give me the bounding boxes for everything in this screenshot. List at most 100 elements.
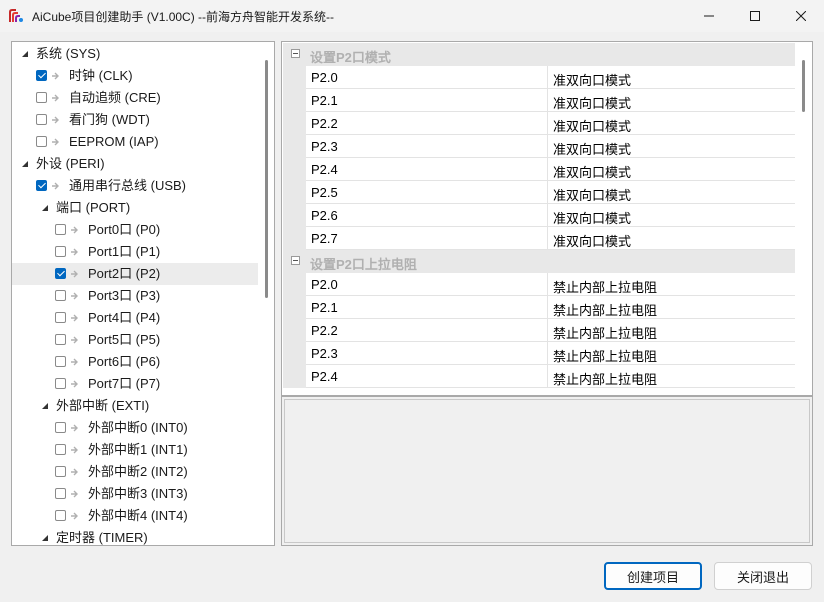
checkbox[interactable] <box>55 356 66 367</box>
tree-item-label: 系统 (SYS) <box>36 46 101 61</box>
property-value[interactable]: 禁止内部上拉电阻 <box>553 346 657 365</box>
property-row[interactable]: P2.1 准双向口模式 <box>306 89 795 112</box>
checkbox[interactable] <box>55 378 66 389</box>
checkbox[interactable] <box>55 334 66 345</box>
tree-item[interactable]: Port0口 (P0) <box>12 219 258 241</box>
property-value[interactable]: 准双向口模式 <box>553 185 631 204</box>
property-grid[interactable]: 设置P2口模式 P2.0 准双向口模式 P2.1 准双向口模式 P2.2 准双向口模式 P2.… <box>281 41 813 396</box>
grid-scrollbar[interactable] <box>802 60 805 112</box>
arrow-right-icon <box>71 248 78 256</box>
create-project-button[interactable]: 创建项目 <box>604 562 702 590</box>
tree-item[interactable]: 外部中断1 (INT1) <box>12 439 258 461</box>
collapse-icon[interactable] <box>291 256 300 265</box>
property-row[interactable]: P2.7 准双向口模式 <box>306 227 795 250</box>
category-row[interactable]: 设置P2口上拉电阻 <box>283 250 795 273</box>
property-row[interactable]: P2.0 禁止内部上拉电阻 <box>306 273 795 296</box>
property-row[interactable]: P2.6 准双向口模式 <box>306 204 795 227</box>
property-value[interactable]: 准双向口模式 <box>553 231 631 250</box>
tree-item[interactable]: 外部中断0 (INT0) <box>12 417 258 439</box>
property-value[interactable]: 禁止内部上拉电阻 <box>553 300 657 319</box>
property-name: P2.6 <box>311 208 338 223</box>
checkbox[interactable] <box>55 268 66 279</box>
property-value[interactable]: 禁止内部上拉电阻 <box>553 323 657 342</box>
checkbox[interactable] <box>55 510 66 521</box>
column-divider <box>547 112 548 135</box>
minimize-button[interactable] <box>686 0 732 32</box>
property-name: P2.3 <box>311 139 338 154</box>
property-value[interactable]: 准双向口模式 <box>553 139 631 158</box>
tree-item[interactable]: 定时器 (TIMER) <box>12 527 258 545</box>
tree-item[interactable]: Port5口 (P5) <box>12 329 258 351</box>
tree-item[interactable]: 外设 (PERI) <box>12 153 258 175</box>
tree-item[interactable]: 端口 (PORT) <box>12 197 258 219</box>
property-row[interactable]: P2.3 禁止内部上拉电阻 <box>306 342 795 365</box>
tree-item[interactable]: Port4口 (P4) <box>12 307 258 329</box>
tree-item[interactable]: EEPROM (IAP) <box>12 131 258 153</box>
property-value[interactable]: 禁止内部上拉电阻 <box>553 277 657 296</box>
tree-item[interactable]: 系统 (SYS) <box>12 43 258 65</box>
expand-arrow-icon[interactable] <box>41 533 51 543</box>
tree-item[interactable]: 外部中断3 (INT3) <box>12 483 258 505</box>
arrow-right-icon <box>71 446 78 454</box>
arrow-right-icon <box>52 72 59 80</box>
property-value[interactable]: 准双向口模式 <box>553 93 631 112</box>
property-value[interactable]: 准双向口模式 <box>553 70 631 89</box>
checkbox[interactable] <box>55 224 66 235</box>
tree-scrollbar[interactable] <box>265 60 268 298</box>
tree-item[interactable]: 外部中断 (EXTI) <box>12 395 258 417</box>
expand-arrow-icon[interactable] <box>41 401 51 411</box>
checkbox[interactable] <box>55 290 66 301</box>
expand-arrow-icon[interactable] <box>21 159 31 169</box>
tree-item[interactable]: Port2口 (P2) <box>12 263 258 285</box>
tree-item[interactable]: 时钟 (CLK) <box>12 65 258 87</box>
property-value[interactable]: 准双向口模式 <box>553 162 631 181</box>
close-icon <box>796 11 806 21</box>
close-exit-button[interactable]: 关闭退出 <box>714 562 812 590</box>
property-value[interactable]: 禁止内部上拉电阻 <box>553 369 657 388</box>
tree-item-label: EEPROM (IAP) <box>69 134 159 149</box>
property-row[interactable]: P2.2 禁止内部上拉电阻 <box>306 319 795 342</box>
close-button[interactable] <box>778 0 824 32</box>
checkbox[interactable] <box>55 246 66 257</box>
checkbox[interactable] <box>55 422 66 433</box>
tree-item[interactable]: Port7口 (P7) <box>12 373 258 395</box>
category-row[interactable]: 设置P2口模式 <box>283 43 795 66</box>
tree-item[interactable]: 外部中断2 (INT2) <box>12 461 258 483</box>
property-row[interactable]: P2.1 禁止内部上拉电阻 <box>306 296 795 319</box>
property-name: P2.5 <box>311 185 338 200</box>
arrow-right-icon <box>71 424 78 432</box>
tree-item[interactable]: 自动追频 (CRE) <box>12 87 258 109</box>
property-value[interactable]: 准双向口模式 <box>553 208 631 227</box>
checkbox[interactable] <box>36 92 47 103</box>
checkbox[interactable] <box>55 444 66 455</box>
expand-arrow-icon[interactable] <box>41 203 51 213</box>
property-row[interactable]: P2.0 准双向口模式 <box>306 66 795 89</box>
tree-item[interactable]: 通用串行总线 (USB) <box>12 175 258 197</box>
checkbox[interactable] <box>36 114 47 125</box>
collapse-icon[interactable] <box>291 49 300 58</box>
property-value[interactable]: 准双向口模式 <box>553 116 631 135</box>
property-row[interactable]: P2.5 准双向口模式 <box>306 181 795 204</box>
expand-arrow-icon[interactable] <box>21 49 31 59</box>
tree-item-label: 外部中断4 (INT4) <box>88 508 188 523</box>
property-name: P2.2 <box>311 116 338 131</box>
checkbox[interactable] <box>36 70 47 81</box>
property-row[interactable]: P2.4 准双向口模式 <box>306 158 795 181</box>
property-row[interactable]: P2.2 准双向口模式 <box>306 112 795 135</box>
tree-item[interactable]: 外部中断4 (INT4) <box>12 505 258 527</box>
checkbox[interactable] <box>55 466 66 477</box>
checkbox[interactable] <box>36 136 47 147</box>
checkbox[interactable] <box>36 180 47 191</box>
tree-item[interactable]: Port1口 (P1) <box>12 241 258 263</box>
property-row[interactable]: P2.3 准双向口模式 <box>306 135 795 158</box>
tree-item[interactable]: Port3口 (P3) <box>12 285 258 307</box>
tree-item-label: Port6口 (P6) <box>88 354 161 369</box>
tree-item-label: 端口 (PORT) <box>56 200 131 215</box>
module-tree[interactable]: 系统 (SYS) 时钟 (CLK) 自动追频 (CRE) 看门狗 (WDT) EEPRO… <box>11 41 275 546</box>
property-row[interactable]: P2.4 禁止内部上拉电阻 <box>306 365 795 388</box>
tree-item[interactable]: Port6口 (P6) <box>12 351 258 373</box>
checkbox[interactable] <box>55 488 66 499</box>
checkbox[interactable] <box>55 312 66 323</box>
maximize-button[interactable] <box>732 0 778 32</box>
tree-item[interactable]: 看门狗 (WDT) <box>12 109 258 131</box>
